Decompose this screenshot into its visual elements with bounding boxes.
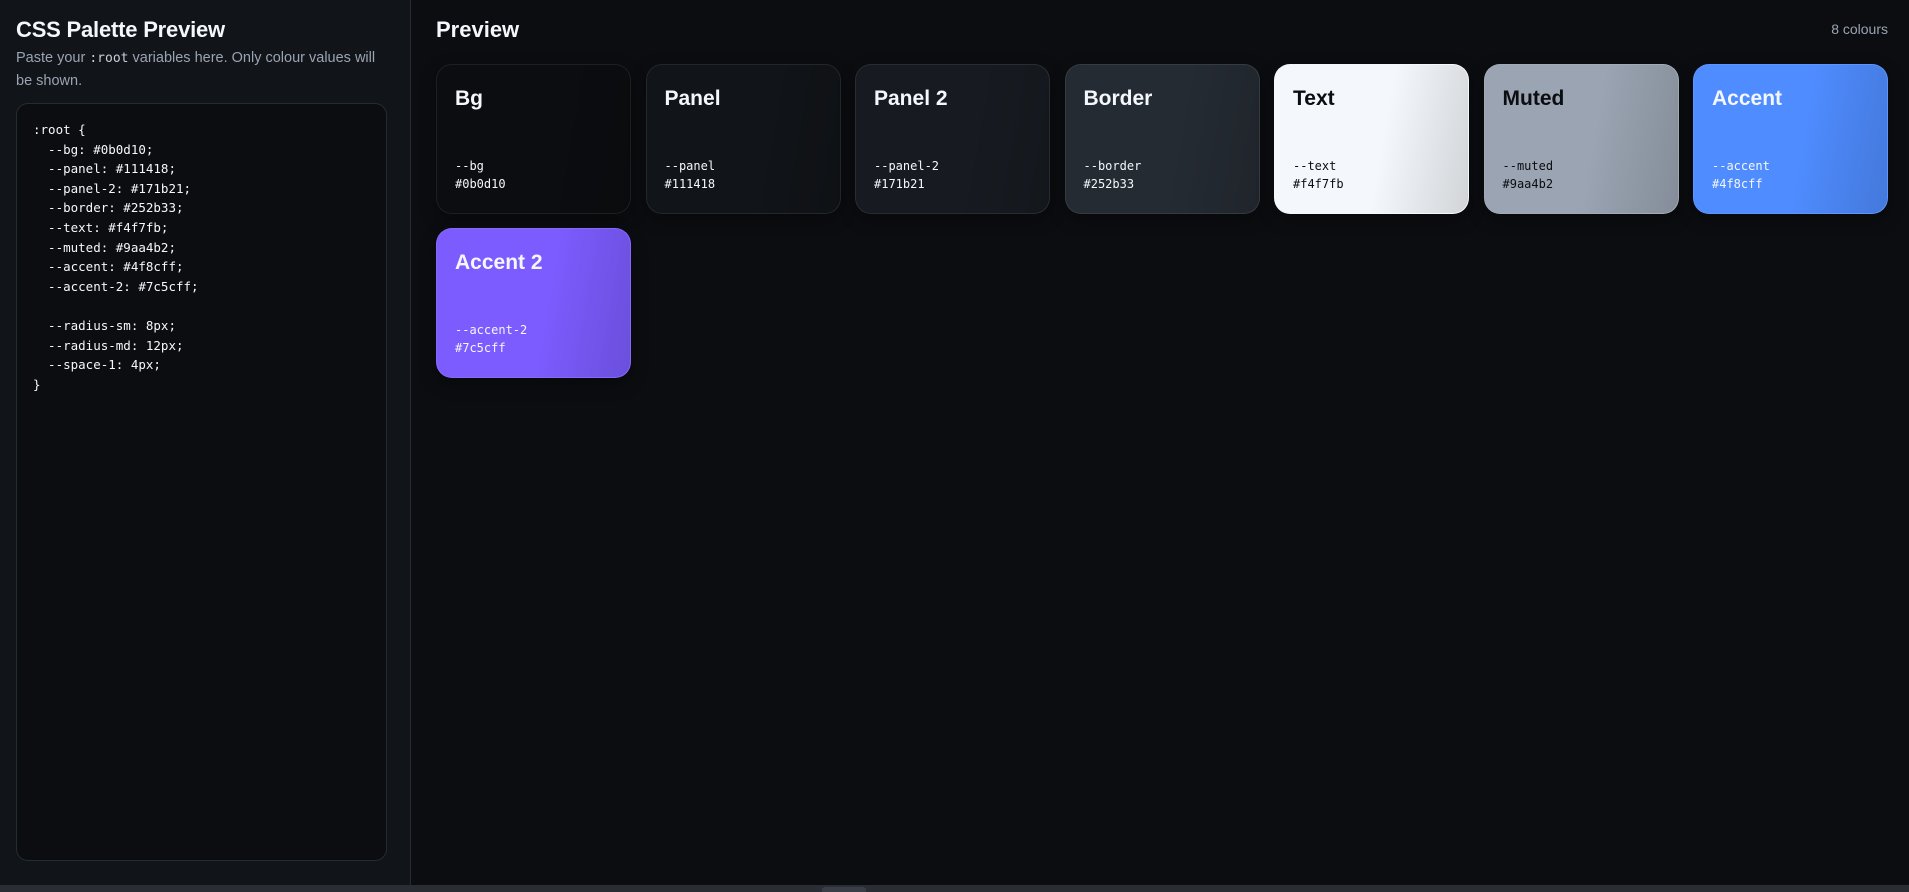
swatch-hex: #0b0d10: [455, 177, 506, 191]
swatch-hex: #7c5cff: [455, 341, 506, 355]
app: CSS Palette Preview Paste your :root var…: [0, 0, 1909, 885]
swatch-meta: --text #f4f7fb: [1293, 157, 1344, 193]
swatch-meta: --muted #9aa4b2: [1503, 157, 1554, 193]
swatch-panel: Panel --panel #111418: [645, 64, 841, 214]
swatch-name: Panel 2: [874, 87, 948, 110]
swatch-accent: Accent --accent #4f8cff: [1693, 64, 1888, 214]
swatch-name: Muted: [1502, 87, 1565, 110]
swatch-meta: --panel #111418: [665, 157, 716, 193]
swatch-variable: --border: [1083, 159, 1142, 173]
colour-count: 8 colours: [1831, 21, 1888, 37]
swatch-variable: --panel-2: [874, 159, 940, 173]
sidebar: CSS Palette Preview Paste your :root var…: [0, 0, 411, 885]
swatch-variable: --bg: [455, 159, 484, 173]
swatch-bg: Bg --bg #0b0d10: [436, 64, 631, 214]
swatch-muted: Muted --muted #9aa4b2: [1483, 64, 1679, 214]
swatch-hex: #9aa4b2: [1502, 177, 1554, 191]
hint-code: :root: [89, 51, 129, 66]
swatch-hex: #111418: [664, 177, 716, 191]
bottom-scrollbar[interactable]: [0, 885, 1909, 892]
swatch-name: Bg: [455, 87, 483, 110]
swatch-name: Border: [1083, 87, 1153, 110]
swatch-hex: #4f8cff: [1712, 177, 1763, 191]
swatch-meta: --accent #4f8cff: [1712, 157, 1770, 193]
swatch-grid: Bg --bg #0b0d10 Panel --panel #111418 Pa…: [436, 64, 1888, 378]
swatch-meta: --panel-2 #171b21: [874, 157, 939, 193]
swatch-name: Accent: [1712, 87, 1783, 110]
hint-text-start: Paste your: [16, 50, 90, 66]
preview-title: Preview: [436, 17, 520, 42]
swatch-variable: --muted: [1502, 159, 1554, 173]
swatch-variable: --text: [1293, 159, 1337, 173]
swatch-border: Border --border #252b33: [1064, 64, 1260, 214]
paste-hint: Paste your :root variables here. Only co…: [16, 47, 386, 92]
swatch-hex: #171b21: [874, 177, 925, 191]
app-title: CSS Palette Preview: [16, 17, 225, 42]
swatch-text: Text --text #f4f7fb: [1274, 64, 1469, 214]
swatch-panel-2: Panel 2 --panel-2 #171b21: [855, 64, 1050, 214]
swatch-name: Accent 2: [455, 251, 543, 274]
swatch-hex: #f4f7fb: [1293, 177, 1344, 191]
swatch-meta: --border #252b33: [1084, 157, 1142, 193]
swatch-name: Panel: [664, 87, 721, 110]
swatch-variable: --accent-2: [455, 323, 528, 337]
swatch-meta: --bg #0b0d10: [455, 157, 506, 193]
css-variables-input[interactable]: :root { --bg: #0b0d10; --panel: #111418;…: [16, 103, 387, 861]
swatch-name: Text: [1293, 87, 1335, 110]
swatch-accent-2: Accent 2 --accent-2 #7c5cff: [436, 228, 631, 378]
swatch-hex: #252b33: [1083, 177, 1135, 191]
swatch-meta: --accent-2 #7c5cff: [455, 321, 527, 357]
scrollbar-thumb[interactable]: [822, 887, 866, 892]
swatch-variable: --accent: [1712, 159, 1770, 173]
swatch-variable: --panel: [664, 159, 716, 173]
preview-panel: Preview 8 colours Bg --bg #0b0d10 Panel …: [411, 0, 1909, 885]
